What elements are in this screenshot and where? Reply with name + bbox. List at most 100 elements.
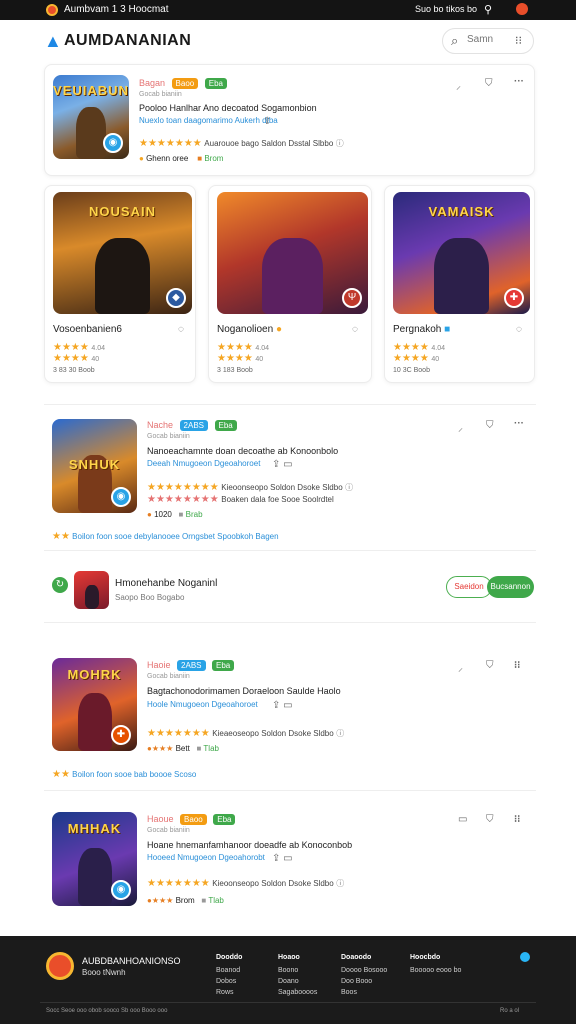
game-name[interactable]: Vosoenbanien6 [53, 324, 122, 335]
game-card[interactable]: VAMAISK ✚ Pergnakoh ■ ◌ ★★★★ 4.04 ★★★★ 4… [384, 185, 535, 383]
info-icon[interactable]: ⓘ [336, 729, 344, 738]
list-item-meta: Deeah Nmugoeon Dgeoahoroet [147, 459, 261, 468]
stat-text: Tlab [203, 744, 219, 753]
platform-badge-icon: ◉ [111, 880, 131, 900]
share-icon[interactable]: ⇪ ▭ [272, 459, 293, 470]
list-item-thumbnail[interactable]: SNHUK ◉ [52, 419, 137, 513]
tag-badge: 2ABS [179, 420, 208, 431]
footer-link[interactable]: Doooo Bosooo [341, 965, 387, 976]
promo-thumbnail[interactable] [74, 571, 109, 609]
search-input[interactable] [467, 34, 511, 45]
list-item-subtitle: Gocab bianiin [147, 827, 190, 834]
info-icon[interactable]: ⓘ [336, 879, 344, 888]
tag-badge: Eba [212, 660, 235, 671]
primary-button[interactable]: Bucsannon [487, 576, 534, 598]
game-thumbnail[interactable]: VAMAISK ✚ [393, 192, 530, 314]
top-bar-links[interactable]: Suo bo tikos bo [415, 4, 477, 14]
list-item-thumbnail[interactable]: MHHAK ◉ [52, 812, 137, 906]
platform-badge-icon: ◉ [103, 133, 123, 153]
game-thumb-title: VAMAISK [428, 204, 495, 220]
promo-title[interactable]: Hmonehanbe Noganinl [115, 578, 217, 589]
footer-link[interactable]: Boos [341, 987, 387, 998]
rating-stars-icon: ★★★★★★★ [147, 728, 210, 739]
rating-stars-icon: ★★★★★★★★ [147, 494, 219, 505]
list-item-stats: ●★★★ Bett ■ Tlab [147, 744, 219, 753]
search-icon: ⌕ [451, 33, 459, 48]
game-name[interactable]: Noganolioen ● [217, 324, 282, 335]
more-icon[interactable]: ··· [514, 76, 524, 87]
game-name[interactable]: Pergnakoh ■ [393, 324, 450, 335]
list-item-title[interactable]: Nanoeachamnte doan decoathe ab Konoonbol… [147, 446, 338, 456]
profile-icon[interactable] [516, 3, 528, 15]
stat-text: Brom [204, 154, 224, 163]
game-thumbnail[interactable]: NOUSAIN ◆ [53, 192, 192, 314]
footer-brand: AUBDBANHOANIONSO [82, 956, 181, 966]
game-name-text: Noganolioen [217, 324, 274, 335]
tag-label: Haoue [147, 814, 174, 824]
grid-icon[interactable]: ⁝⁝ [515, 34, 522, 47]
coin-icon: ●★★★ [147, 744, 174, 753]
more-icon[interactable]: ··· [514, 418, 524, 429]
rating-stars-icon: ★★★★ [217, 353, 253, 364]
edit-icon[interactable]: ⸝ [456, 78, 461, 92]
footer-link[interactable]: Boanod [216, 965, 242, 976]
comment-icon[interactable]: ◌ [516, 324, 522, 335]
stat-text: Brom [175, 896, 195, 905]
list-item-thumbnail[interactable]: MOHRK ✚ [52, 658, 137, 751]
bookmark-icon[interactable]: ⛉ [486, 814, 494, 825]
stat-text: Ghenn oree [146, 154, 189, 163]
footer-link[interactable]: Booooo eooo bo [410, 965, 461, 976]
refresh-icon[interactable]: ↻ [52, 577, 68, 593]
featured-card[interactable]: VEUIABUN ◉ Bagan Baoo Eba Gocab bianiin … [44, 64, 535, 176]
brand-name[interactable]: AUMDANANIAN [64, 32, 191, 50]
app-logo-icon [46, 4, 58, 16]
game-name-text: Pergnakoh [393, 324, 442, 335]
featured-title[interactable]: Pooloo Hanlhar Ano decoatod Sogamonbion [139, 103, 317, 113]
featured-thumbnail[interactable]: VEUIABUN ◉ [53, 75, 129, 159]
share-icon[interactable]: ⇪ ▭ [272, 853, 293, 864]
footer-link[interactable]: Sagaboooos [278, 987, 317, 998]
bookmark-icon[interactable]: ⛉ [486, 660, 494, 671]
footer-column: Hoocbdo Booooo eooo bo [410, 952, 461, 976]
notification-icon[interactable]: ⚲ [484, 3, 492, 16]
footer-link[interactable]: Boono [278, 965, 317, 976]
footer-link[interactable]: Doano [278, 976, 317, 987]
edit-icon[interactable]: ⸝ [458, 660, 463, 674]
bookmark-icon[interactable]: ⛉ [486, 420, 494, 431]
more-icon[interactable]: ⁝⁝ [514, 814, 520, 825]
footer-link[interactable]: Rows [216, 987, 242, 998]
more-icon[interactable]: ⁝⁝ [514, 660, 520, 671]
divider [44, 550, 536, 551]
platform-badge-icon: ✚ [111, 725, 131, 745]
comment-icon[interactable]: ▭ [458, 814, 467, 825]
rating-stars-icon: ★★★★★★★ [139, 138, 202, 149]
game-card[interactable]: NOUSAIN ◆ Vosoenbanien6 ◌ ★★★★ 4.04 ★★★★… [44, 185, 196, 383]
box-icon: ■ [196, 744, 202, 753]
edit-icon[interactable]: ⸝ [458, 420, 463, 434]
share-icon[interactable]: ⇪ [263, 116, 271, 127]
rating-text: Kieaeoseopo Soldon Dsoke Sldbo [212, 729, 334, 738]
bookmark-icon[interactable]: ⛉ [485, 78, 493, 89]
secondary-button[interactable]: Saeidon [446, 576, 492, 598]
verified-icon: ■ [444, 324, 451, 335]
rating-value: 40 [431, 356, 440, 363]
note-text: Boilon foon sooe bab boooe Scoso [72, 770, 197, 779]
list-item-tags: Nache 2ABS Eba [147, 420, 241, 431]
list-item-rating: ★★★★★★★ Kieaeoseopo Soldon Dsoke Sldbo ⓘ [147, 728, 344, 739]
info-icon[interactable]: ⓘ [345, 483, 353, 492]
rating-stars-icon: ★★★★★★★ [147, 878, 210, 889]
list-item-tags: Haoue Baoo Eba [147, 814, 239, 825]
list-item-title[interactable]: Hoane hnemanfamhanoor doeadfe ab Konocon… [147, 840, 352, 850]
game-card[interactable]: Ψ Noganolioen ● ◌ ★★★★ 4.04 ★★★★ 40 3 18… [208, 185, 372, 383]
info-icon[interactable]: ⓘ [336, 139, 344, 148]
game-thumbnail[interactable]: Ψ [217, 192, 368, 314]
search-box[interactable]: ⌕ ⁝⁝ [442, 28, 534, 54]
footer-column-title: Dooddo [216, 954, 243, 961]
list-item-title[interactable]: Bagtachonodorimamen Doraeloon Saulde Hao… [147, 686, 341, 696]
footer-link[interactable]: Dobos [216, 976, 242, 987]
comment-icon[interactable]: ◌ [352, 324, 358, 335]
share-icon[interactable]: ⇪ ▭ [272, 700, 293, 711]
divider [44, 622, 536, 623]
comment-icon[interactable]: ◌ [178, 324, 184, 335]
footer-link[interactable]: Doo Booo [341, 976, 387, 987]
